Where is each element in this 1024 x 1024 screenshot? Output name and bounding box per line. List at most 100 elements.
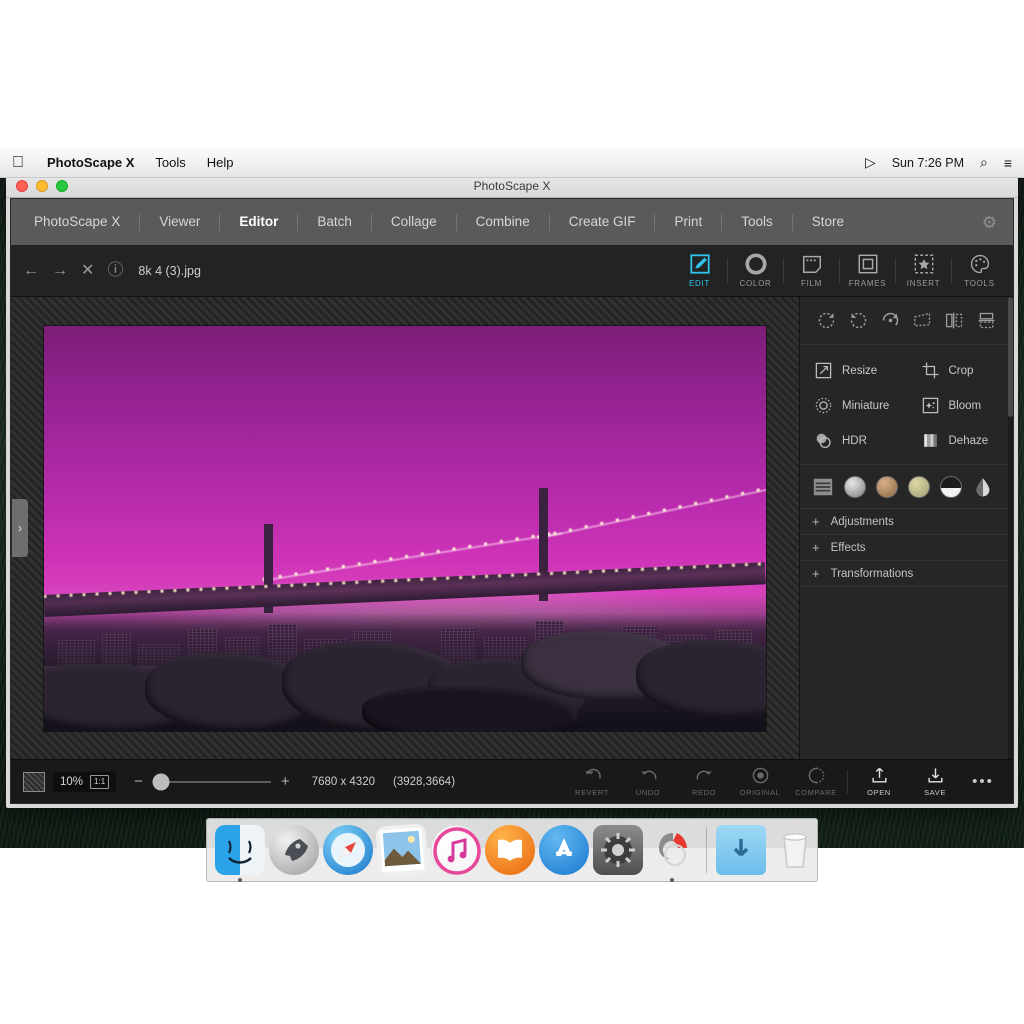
dock-item-photos[interactable]	[375, 823, 428, 876]
menu-item-tools[interactable]: Tools	[155, 155, 185, 170]
tab-tools[interactable]: Tools	[722, 199, 792, 245]
dock-item-ibooks[interactable]	[485, 825, 535, 875]
main-tab-bar: PhotoScape X Viewer Editor Batch Collage…	[11, 199, 1013, 245]
tool-bloom-label: Bloom	[949, 400, 982, 412]
transparency-checker-icon[interactable]	[23, 772, 45, 792]
zoom-slider-track[interactable]	[153, 781, 271, 783]
action-undo[interactable]: UNDO	[620, 760, 676, 803]
mode-insert[interactable]: INSERT	[896, 245, 951, 296]
action-original[interactable]: ORIGINAL	[732, 760, 788, 803]
dock-item-trash[interactable]	[770, 825, 820, 875]
action-save-label: SAVE	[924, 788, 946, 797]
action-open[interactable]: OPEN	[851, 760, 907, 803]
none-filter[interactable]	[812, 476, 834, 498]
dock-item-safari[interactable]	[323, 825, 373, 875]
mode-tools[interactable]: TOOLS	[952, 245, 1007, 296]
vintage-filter[interactable]	[908, 476, 930, 498]
mode-color[interactable]: COLOR	[728, 245, 783, 296]
tool-bloom[interactable]: Bloom	[907, 388, 1014, 423]
tab-create-gif[interactable]: Create GIF	[550, 199, 655, 245]
panel-scrollbar-thumb[interactable]	[1008, 297, 1013, 417]
dock-item-itunes[interactable]	[431, 825, 481, 875]
section-transformations[interactable]: + Transformations	[800, 561, 1013, 587]
original-icon	[751, 766, 770, 785]
tool-miniature[interactable]: Miniature	[800, 388, 907, 423]
dock-item-photoscape-x[interactable]	[647, 825, 697, 875]
section-effects[interactable]: + Effects	[800, 535, 1013, 561]
action-compare[interactable]: COMPARE	[788, 760, 844, 803]
halftone-filter[interactable]	[940, 476, 962, 498]
film-icon	[801, 253, 823, 275]
dock-item-app-store[interactable]	[539, 825, 589, 875]
action-redo[interactable]: REDO	[676, 760, 732, 803]
action-redo-label: REDO	[692, 788, 716, 797]
flip-horizontal-icon[interactable]	[944, 310, 965, 331]
close-file-icon[interactable]: ✕	[81, 263, 94, 279]
section-adjustments[interactable]: + Adjustments	[800, 509, 1013, 535]
photoscape-window: PhotoScape X PhotoScape X Viewer Editor …	[6, 174, 1018, 808]
tab-collage[interactable]: Collage	[372, 199, 456, 245]
tab-print[interactable]: Print	[655, 199, 721, 245]
gray-filter[interactable]	[844, 476, 866, 498]
gear-icon[interactable]: ⚙	[982, 214, 997, 231]
dock-item-downloads-folder[interactable]	[716, 825, 766, 875]
dock-item-system-preferences[interactable]	[593, 825, 643, 875]
menu-bar-clock[interactable]: Sun 7:26 PM	[892, 156, 964, 170]
tool-hdr[interactable]: HDR	[800, 423, 907, 458]
notification-center-icon[interactable]: ≡	[1004, 155, 1012, 171]
sepia-filter[interactable]	[876, 476, 898, 498]
zoom-ratio-button[interactable]: 1:1	[90, 775, 109, 789]
more-options-button[interactable]: •••	[963, 760, 1003, 803]
filter-swatch-row	[800, 465, 1013, 509]
search-icon[interactable]: ⌕	[980, 154, 988, 171]
tool-crop[interactable]: Crop	[907, 353, 1014, 388]
mode-frames[interactable]: FRAMES	[840, 245, 895, 296]
action-separator	[847, 770, 848, 794]
tool-resize[interactable]: Resize	[800, 353, 907, 388]
rotate-right-icon[interactable]	[816, 310, 837, 331]
action-revert[interactable]: REVERT	[564, 760, 620, 803]
panel-scrollbar[interactable]	[1008, 297, 1013, 759]
tab-viewer[interactable]: Viewer	[140, 199, 219, 245]
rotate-left-icon[interactable]	[848, 310, 869, 331]
tab-batch[interactable]: Batch	[298, 199, 371, 245]
back-arrow-icon[interactable]: ←	[23, 263, 39, 279]
hdr-icon	[814, 431, 833, 450]
perspective-icon[interactable]	[912, 310, 933, 331]
info-icon[interactable]: ⓘ	[107, 263, 123, 279]
zoom-slider-knob[interactable]	[152, 773, 169, 790]
chevron-right-icon[interactable]: ›	[12, 499, 28, 557]
section-transformations-label: Transformations	[831, 568, 914, 580]
tab-editor[interactable]: Editor	[220, 199, 297, 245]
mode-film[interactable]: FILM	[784, 245, 839, 296]
zoom-percent-label[interactable]: 10%	[60, 776, 83, 788]
zoom-out-button[interactable]: −	[134, 774, 143, 789]
edited-photo[interactable]	[44, 326, 766, 731]
zoom-in-button[interactable]: +	[281, 774, 290, 789]
photoscape-icon	[647, 825, 697, 875]
bloom-icon	[921, 396, 940, 415]
action-save[interactable]: SAVE	[907, 760, 963, 803]
rocket-icon	[269, 825, 319, 875]
forward-arrow-icon[interactable]: →	[52, 263, 68, 279]
insert-star-icon	[913, 253, 935, 275]
crop-icon	[921, 361, 940, 380]
tool-miniature-label: Miniature	[842, 400, 889, 412]
tab-combine[interactable]: Combine	[457, 199, 549, 245]
menu-item-help[interactable]: Help	[207, 155, 234, 170]
free-rotate-icon[interactable]	[880, 310, 901, 331]
menu-app-name[interactable]: PhotoScape X	[47, 155, 134, 170]
app-body: PhotoScape X Viewer Editor Batch Collage…	[10, 198, 1014, 804]
mode-edit[interactable]: EDIT	[672, 245, 727, 296]
flip-vertical-icon[interactable]	[976, 310, 997, 331]
tool-dehaze[interactable]: Dehaze	[907, 423, 1014, 458]
tab-photoscape-x[interactable]: PhotoScape X	[15, 199, 139, 245]
water-drop-filter[interactable]	[972, 476, 994, 498]
color-ring-icon	[745, 253, 767, 275]
menu-bar-right-group: ▷ Sun 7:26 PM ⌕ ≡	[865, 154, 1012, 171]
tab-store[interactable]: Store	[793, 199, 863, 245]
dock-item-launchpad[interactable]	[269, 825, 319, 875]
dock-item-finder[interactable]	[215, 825, 265, 875]
image-canvas-area[interactable]: ›	[11, 297, 799, 759]
apple-logo-icon[interactable]: 	[12, 155, 24, 171]
